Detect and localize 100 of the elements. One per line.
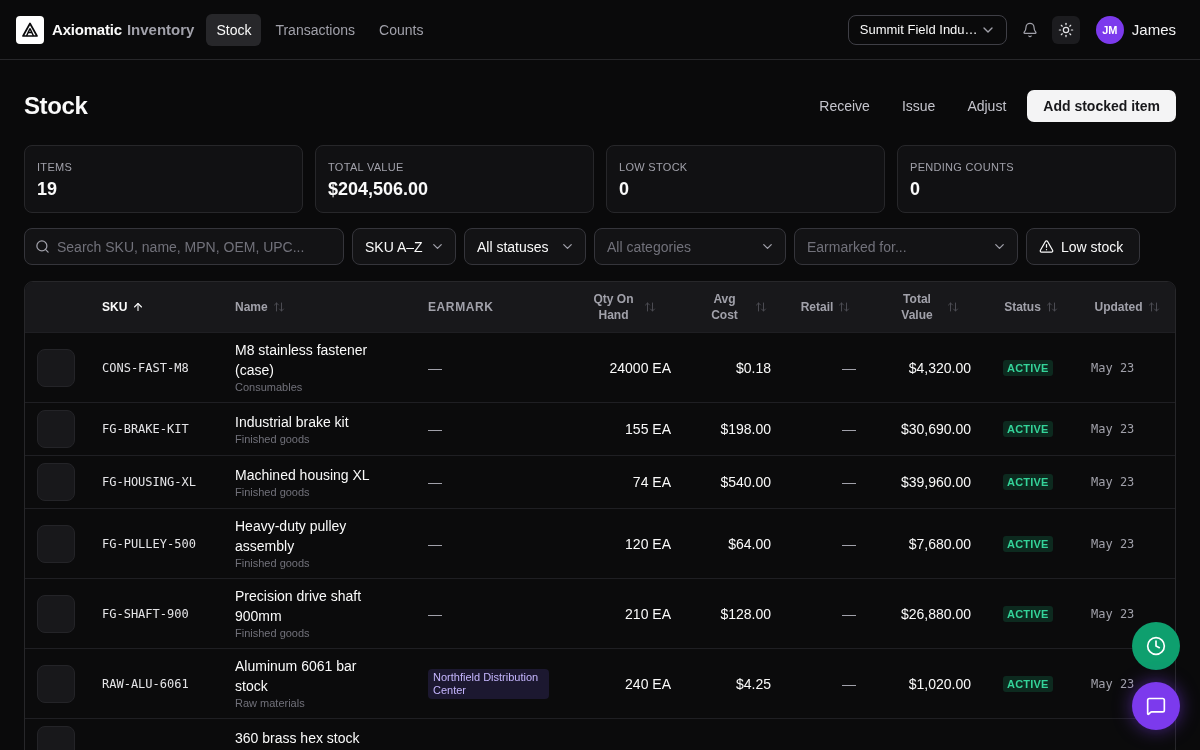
column-header[interactable]: Status <box>1004 299 1058 315</box>
chat-icon <box>1146 696 1166 716</box>
empty-dash: — <box>428 474 442 490</box>
product-name: Inventory <box>126 21 195 38</box>
empty-dash: — <box>428 421 442 437</box>
column-header[interactable]: Qty On Hand <box>588 291 656 323</box>
status-badge: ACTIVE <box>1003 359 1053 376</box>
item-category: Finished goods <box>235 431 311 447</box>
empty-dash: — <box>842 675 856 692</box>
status-badge: ACTIVE <box>1003 421 1053 437</box>
image-placeholder <box>37 463 75 501</box>
item-name: M8 stainless fastener (case) <box>235 341 369 380</box>
total-value-cell: $4,320.00 <box>908 359 971 376</box>
quantity-cell: 240 EA <box>625 675 671 692</box>
total-value-cell: $7,680.00 <box>908 535 971 552</box>
avg-cost-cell: $64.00 <box>728 535 771 552</box>
filter-select[interactable]: SKU A–Z <box>352 228 456 265</box>
action-button[interactable]: Receive <box>804 90 885 122</box>
sku-cell: FG-SHAFT-900 <box>102 606 189 621</box>
item-name: Heavy-duty pulley assembly <box>235 517 348 556</box>
empty-dash: — <box>842 535 856 552</box>
add-item-button[interactable]: Add stocked item <box>1027 90 1176 122</box>
quantity-cell: 74 EA <box>632 474 671 490</box>
column-header[interactable]: Updated <box>1094 299 1160 315</box>
stat-value: 0 <box>619 178 630 201</box>
search-field[interactable]: Search SKU, name, MPN, OEM, UPC... <box>24 228 344 265</box>
item-name: 360 brass hex stock <box>235 728 361 748</box>
low-stock-button[interactable]: Low stock <box>1026 228 1141 265</box>
clock-icon <box>1146 636 1166 656</box>
stat-value: 19 <box>37 178 59 201</box>
quantity-cell: 24000 EA <box>609 359 671 376</box>
total-value-cell: $39,960.00 <box>900 474 971 490</box>
empty-dash: — <box>842 605 856 622</box>
status-badge: ACTIVE <box>1003 675 1053 692</box>
status-badge: ACTIVE <box>1003 474 1053 490</box>
updated-date: May 23 <box>1091 606 1135 621</box>
total-value-cell: $30,690.00 <box>900 421 971 437</box>
item-category: Finished goods <box>235 556 311 571</box>
status-badge: ACTIVE <box>1003 535 1053 552</box>
sku-cell: FG-PULLEY-500 <box>102 536 196 551</box>
nav-tab[interactable]: Stock <box>206 13 262 46</box>
updated-date: May 23 <box>1091 475 1135 489</box>
search-icon <box>35 239 50 254</box>
sun-icon <box>1057 21 1074 38</box>
brand-name: Axiomatic <box>52 21 122 38</box>
stat-value: $204,506.00 <box>328 178 430 201</box>
total-value-cell: $26,880.00 <box>900 605 971 622</box>
action-button[interactable]: Issue <box>886 90 951 122</box>
quantity-cell: 210 EA <box>625 605 671 622</box>
sku-cell: RAW-ALU-6061 <box>102 676 189 691</box>
empty-dash: — <box>842 474 856 490</box>
avg-cost-cell: $540.00 <box>720 474 771 490</box>
image-placeholder <box>37 410 75 448</box>
sku-cell: FG-BRAKE-KIT <box>102 422 189 436</box>
nav-tab[interactable]: Transactions <box>265 13 366 46</box>
updated-date: May 23 <box>1091 536 1135 551</box>
logo-icon <box>16 15 44 44</box>
user-name: James <box>1131 21 1176 38</box>
action-button[interactable]: Adjust <box>952 90 1022 122</box>
empty-dash: — <box>428 535 442 552</box>
image-placeholder <box>37 664 75 703</box>
bell-icon <box>1021 21 1038 38</box>
updated-date: May 23 <box>1091 360 1135 375</box>
column-header[interactable]: Total Value <box>892 291 959 323</box>
filter-select[interactable]: All statuses <box>464 228 586 265</box>
stat-label: PENDING COUNTS <box>910 160 1015 174</box>
status-badge: ACTIVE <box>1003 605 1053 622</box>
empty-dash: — <box>428 605 442 622</box>
avg-cost-cell: $4.25 <box>735 675 771 692</box>
filter-select[interactable]: Earmarked for... <box>794 228 1018 265</box>
image-placeholder <box>37 594 75 633</box>
item-category: Consumables <box>235 380 304 395</box>
column-header[interactable]: Retail <box>800 299 851 315</box>
column-header[interactable]: SKU <box>102 299 145 315</box>
item-name: Industrial brake kit <box>235 412 350 432</box>
empty-dash: — <box>842 359 856 376</box>
item-category: Raw materials <box>235 696 306 711</box>
item-category: Finished goods <box>235 484 311 500</box>
avg-cost-cell: $128.00 <box>720 605 771 622</box>
filter-select[interactable]: All categories <box>594 228 786 265</box>
empty-dash: — <box>842 421 856 437</box>
quantity-cell: 155 EA <box>625 421 671 437</box>
column-header[interactable]: Name <box>235 299 285 315</box>
item-name: Precision drive shaft 900mm <box>235 587 363 626</box>
avg-cost-cell: $198.00 <box>720 421 771 437</box>
theme-toggle-button[interactable] <box>1051 15 1080 44</box>
empty-dash: — <box>428 359 442 376</box>
total-value-cell: $1,020.00 <box>908 675 971 692</box>
item-name: Aluminum 6061 bar stock <box>235 657 358 696</box>
page-title: Stock <box>24 92 88 120</box>
organization-select[interactable]: Summit Field Indu… <box>847 14 1007 45</box>
sku-cell: FG-HOUSING-XL <box>102 475 196 489</box>
earmark-tag: Northfield Distribution Center <box>428 668 549 699</box>
warning-icon <box>1039 239 1054 254</box>
image-placeholder <box>37 348 75 387</box>
item-category: Finished goods <box>235 626 311 641</box>
image-placeholder <box>37 524 75 563</box>
nav-tab[interactable]: Counts <box>369 13 434 46</box>
user-avatar: JM <box>1095 15 1124 44</box>
column-header[interactable]: Avg Cost <box>699 291 767 323</box>
